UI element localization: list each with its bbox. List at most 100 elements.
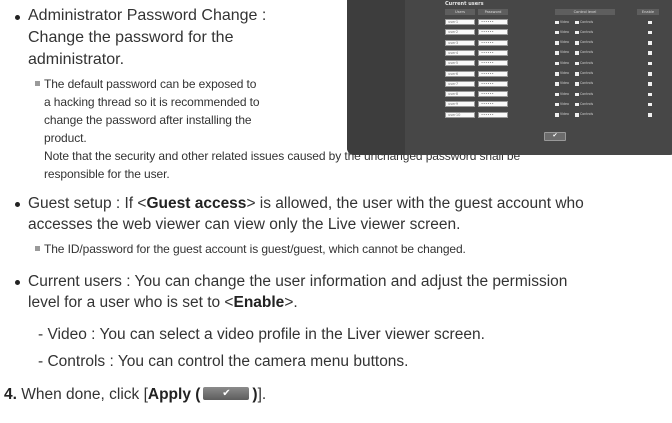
- controls-subitem: - Controls : You can control the camera …: [38, 353, 409, 370]
- user-row: user9 •••••• Video Controls: [445, 101, 670, 108]
- admin-password-desc-2: administrator.: [28, 51, 125, 68]
- user-id-field[interactable]: user7: [445, 80, 475, 87]
- enable-checkbox[interactable]: [648, 20, 652, 24]
- admin-password-desc-1: Change the password for the: [28, 29, 234, 46]
- controls-label: Controls: [580, 91, 594, 96]
- enable-checkbox[interactable]: [648, 113, 652, 117]
- enable-label: Enable: [233, 294, 285, 311]
- video-checkbox[interactable]: [555, 20, 559, 24]
- step-end: ].: [257, 386, 267, 403]
- current-users-screenshot: Current users Users Password Control lev…: [347, 0, 672, 155]
- video-checkbox[interactable]: [555, 61, 559, 66]
- video-checkbox[interactable]: [555, 51, 559, 55]
- controls-checkbox[interactable]: [575, 92, 579, 97]
- controls-label: Controls: [580, 112, 594, 117]
- user-id-field[interactable]: user6: [445, 70, 475, 77]
- admin-password-label: Administrator Password Change: [28, 7, 258, 24]
- password-field[interactable]: ••••••: [478, 49, 508, 56]
- screenshot-title: Current users: [445, 1, 484, 7]
- guest-setup-item: Guest setup : If <Guest access> is allow…: [28, 193, 668, 235]
- current-users-line1: Current users : You can change the user …: [28, 273, 568, 290]
- note-marker: [35, 81, 40, 86]
- guest-text-prefix: Guest setup : If <: [28, 195, 147, 212]
- note-line-1: The default password can be exposed to: [44, 77, 257, 91]
- admin-password-sep: :: [257, 7, 267, 24]
- controls-label: Controls: [580, 71, 594, 75]
- user-row: user4 •••••• Video Controls: [445, 49, 670, 57]
- user-row: user8 •••••• Video Controls: [445, 91, 670, 98]
- user-id-field[interactable]: user3: [445, 39, 475, 46]
- controls-checkbox[interactable]: [575, 30, 579, 35]
- enable-checkbox[interactable]: [648, 72, 652, 76]
- password-field[interactable]: ••••••: [478, 39, 508, 46]
- controls-checkbox[interactable]: [575, 113, 579, 117]
- note-extra-2: responsible for the user.: [44, 167, 170, 181]
- screenshot-sidebar: [347, 0, 405, 155]
- user-row: user1 •••••• Video Controls: [445, 19, 670, 26]
- user-id-field[interactable]: user1: [445, 19, 475, 25]
- password-field[interactable]: ••••••: [478, 29, 508, 36]
- password-field[interactable]: ••••••: [478, 70, 508, 77]
- video-checkbox[interactable]: [555, 82, 559, 86]
- password-field[interactable]: ••••••: [478, 91, 508, 98]
- user-id-field[interactable]: user9: [445, 101, 475, 108]
- video-label: Video: [560, 81, 569, 86]
- password-field[interactable]: ••••••: [478, 111, 508, 118]
- controls-checkbox[interactable]: [575, 41, 579, 45]
- password-field[interactable]: ••••••: [478, 80, 508, 87]
- video-label: Video: [560, 29, 569, 34]
- video-checkbox[interactable]: [555, 113, 559, 117]
- controls-checkbox[interactable]: [575, 20, 579, 24]
- video-label: Video: [560, 112, 569, 117]
- enable-checkbox[interactable]: [648, 41, 652, 45]
- controls-checkbox[interactable]: [575, 51, 579, 55]
- guest-text-suffix: > is allowed, the user with the guest ac…: [246, 195, 584, 212]
- password-field[interactable]: ••••••: [478, 60, 508, 67]
- header-password: Password: [478, 9, 508, 15]
- bullet-dot: [15, 15, 20, 20]
- admin-password-item: Administrator Password Change : Change t…: [28, 5, 338, 71]
- enable-checkbox[interactable]: [648, 102, 652, 107]
- user-row: user5 •••••• Video Controls: [445, 60, 670, 67]
- current-users-item: Current users : You can change the user …: [28, 271, 668, 313]
- user-id-field[interactable]: user5: [445, 60, 475, 67]
- video-checkbox[interactable]: [555, 102, 559, 107]
- user-row: user3 •••••• Video Controls: [445, 39, 670, 47]
- enable-checkbox[interactable]: [648, 92, 652, 97]
- video-checkbox[interactable]: [555, 41, 559, 45]
- note-line-2: a hacking thread so it is recommended to: [44, 95, 260, 109]
- video-checkbox[interactable]: [555, 92, 559, 97]
- enable-checkbox[interactable]: [648, 51, 652, 55]
- video-checkbox[interactable]: [555, 72, 559, 76]
- header-control-level: Control level: [555, 9, 615, 15]
- video-label: Video: [560, 60, 569, 65]
- bullet-dot: [15, 280, 20, 285]
- enable-checkbox[interactable]: [648, 30, 652, 35]
- user-id-field[interactable]: user10: [445, 111, 475, 118]
- enable-checkbox[interactable]: [648, 82, 652, 86]
- step-text: When done, click [: [16, 386, 148, 403]
- password-field[interactable]: ••••••: [478, 19, 508, 25]
- enable-checkbox[interactable]: [648, 61, 652, 66]
- controls-label: Controls: [580, 19, 594, 24]
- controls-checkbox[interactable]: [575, 82, 579, 86]
- user-id-field[interactable]: user4: [445, 49, 475, 56]
- screenshot-apply-button[interactable]: ✔: [544, 132, 566, 141]
- user-id-field[interactable]: user8: [445, 91, 475, 98]
- admin-password-note: The default password can be exposed to a…: [44, 75, 520, 183]
- video-checkbox[interactable]: [555, 30, 559, 35]
- user-row: user7 •••••• Video Controls: [445, 80, 670, 88]
- controls-checkbox[interactable]: [575, 61, 579, 66]
- header-enable: Enable: [637, 9, 659, 15]
- current-users-line2-suffix: >.: [284, 294, 298, 311]
- video-label: Video: [560, 40, 569, 45]
- note-line-4: product.: [44, 131, 87, 145]
- password-field[interactable]: ••••••: [478, 101, 508, 108]
- user-id-field[interactable]: user2: [445, 29, 475, 36]
- controls-checkbox[interactable]: [575, 102, 579, 107]
- apply-label: Apply (: [147, 386, 201, 403]
- video-label: Video: [560, 19, 569, 24]
- video-label: Video: [560, 91, 569, 96]
- guest-text-line2: accesses the web viewer can view only th…: [28, 216, 461, 233]
- controls-checkbox[interactable]: [575, 72, 579, 76]
